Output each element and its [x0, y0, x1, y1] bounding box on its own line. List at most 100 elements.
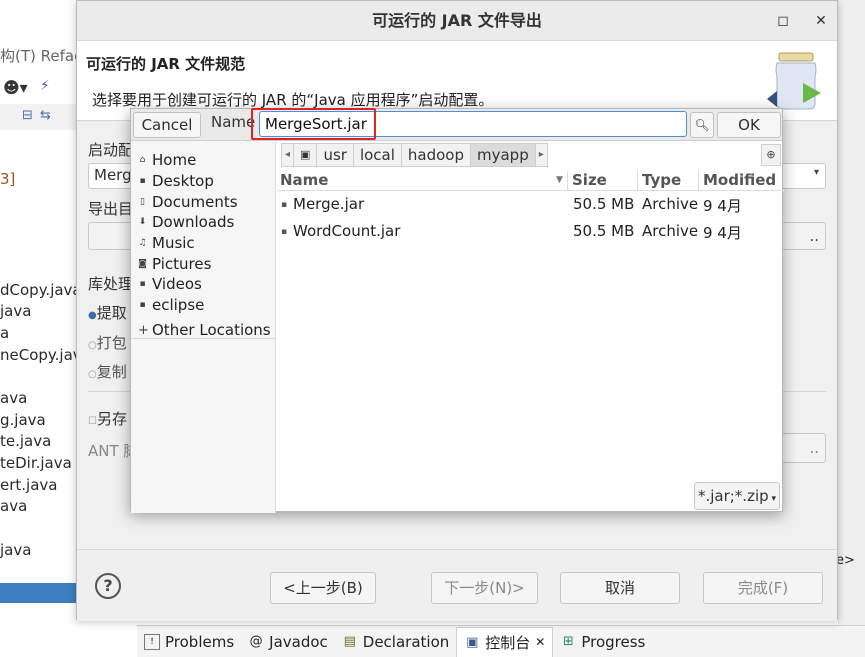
place-music[interactable]: ♫ Music — [138, 234, 194, 252]
place-label: Pictures — [152, 255, 212, 273]
column-name[interactable]: Name — [280, 171, 328, 189]
file-item-selected[interactable] — [0, 583, 80, 603]
search-icon[interactable]: 🔍︎ — [690, 112, 714, 138]
file-chooser-dialog: Cancel Name MergeSort.jar 🔍︎ OK ⌂ Home ▪ D… — [130, 108, 784, 513]
tab-label: Javadoc — [269, 632, 328, 651]
column-modified[interactable]: Modified — [703, 171, 776, 189]
bottom-view-tabs: ! Problems @ Javadoc ▤ Declaration ▣ 控制台… — [137, 625, 865, 657]
debug-skip-icon[interactable]: ⚡ — [40, 78, 50, 94]
file-icon: ▪ — [281, 227, 288, 237]
file-icon: ▪ — [281, 200, 288, 210]
radio-empty-icon: ○ — [88, 340, 97, 351]
link-icon[interactable]: ⇆ — [40, 108, 51, 123]
file-item[interactable]: g.java — [0, 411, 46, 429]
file-row[interactable]: ▪ Merge.jar 50.5 MB Archive 9 4月 — [277, 195, 784, 221]
path-bar: ◂ ▣ usr local hadoop myapp ▸ — [281, 143, 548, 167]
file-filter-select[interactable]: *.jar;*.zip ▾ — [694, 482, 780, 510]
place-label: Home — [152, 151, 197, 169]
place-label: eclipse — [152, 296, 205, 314]
file-item[interactable]: teDir.java — [0, 454, 72, 472]
collapse-icon[interactable]: ⊟ — [22, 108, 33, 123]
ant-browse-button[interactable]: .. — [777, 433, 826, 463]
video-icon: ▪ — [139, 279, 146, 289]
radio-copy[interactable]: ○复制 — [88, 361, 127, 382]
cancel-button[interactable]: 取消 — [560, 572, 680, 604]
place-documents[interactable]: ▯ Documents — [138, 193, 238, 211]
tab-label: 控制台 — [485, 633, 531, 652]
plus-icon: + — [138, 322, 149, 338]
path-scroll-right-icon[interactable]: ▸ — [534, 143, 548, 167]
minimize-icon[interactable]: ◻ — [772, 10, 794, 32]
place-videos[interactable]: ▪ Videos — [138, 275, 201, 293]
tab-progress[interactable]: ⊞ Progress — [553, 627, 652, 657]
picture-icon: ◙ — [138, 259, 147, 269]
radio-extract[interactable]: ●提取 — [88, 302, 127, 323]
place-desktop[interactable]: ▪ Desktop — [138, 172, 213, 190]
file-item[interactable]: java — [0, 541, 31, 559]
place-home[interactable]: ⌂ Home — [138, 151, 197, 169]
file-type: Archive — [642, 222, 699, 240]
path-segment[interactable]: hadoop — [400, 143, 471, 167]
place-downloads[interactable]: ⬇ Downloads — [138, 213, 235, 231]
path-segment[interactable]: usr — [316, 143, 354, 167]
chooser-ok-button[interactable]: OK — [717, 112, 781, 138]
file-size: 50.5 MB — [573, 222, 635, 240]
radio-empty-icon: ○ — [88, 369, 97, 380]
file-item[interactable]: dCopy.java — [0, 281, 82, 299]
person-icon[interactable]: ☻▾ — [3, 78, 28, 97]
declaration-icon: ▤ — [343, 634, 356, 649]
tab-declaration[interactable]: ▤ Declaration — [335, 627, 456, 657]
tab-console[interactable]: ▣ 控制台 ✕ — [456, 626, 554, 657]
checkbox-icon: ☐ — [88, 416, 97, 427]
place-pictures[interactable]: ◙ Pictures — [138, 255, 211, 273]
file-name: Merge.jar — [293, 195, 365, 213]
filename-highlight-box — [251, 108, 376, 140]
file-list-header: Name ▼ Size Type Modified — [277, 171, 784, 191]
file-item[interactable]: java — [0, 302, 31, 320]
file-item[interactable]: te.java — [0, 432, 51, 450]
console-icon: ▣ — [466, 634, 479, 650]
file-modified: 9 4月 — [703, 224, 742, 242]
save-as-checkbox[interactable]: ☐另存 — [88, 408, 127, 429]
library-handling-label: 库处理 — [88, 275, 134, 293]
file-row[interactable]: ▪ WordCount.jar 50.5 MB Archive 9 4月 — [277, 222, 784, 248]
new-folder-icon[interactable]: ⊕ — [761, 144, 781, 166]
column-divider — [637, 171, 638, 191]
radio-selected-icon: ● — [88, 310, 97, 321]
tab-label: Progress — [581, 632, 646, 651]
back-button[interactable]: <上一步(B) — [270, 572, 376, 604]
filter-value: *.jar;*.zip — [697, 487, 769, 505]
close-tab-icon[interactable]: ✕ — [535, 635, 545, 649]
chooser-cancel-button[interactable]: Cancel — [133, 112, 201, 138]
checkbox-label: 另存 — [96, 410, 127, 428]
column-type[interactable]: Type — [642, 171, 681, 189]
tab-label: Problems — [165, 632, 235, 651]
place-other-locations[interactable]: + Other Locations — [138, 321, 271, 339]
music-icon: ♫ — [138, 238, 147, 248]
places-sidebar: ⌂ Home ▪ Desktop ▯ Documents ⬇ Downloads ♫ Mu… — [131, 141, 276, 513]
export-dest-label: 导出目 — [88, 200, 134, 218]
finish-button[interactable]: 完成(F) — [703, 572, 823, 604]
root-drive-icon[interactable]: ▣ — [293, 143, 318, 167]
file-item[interactable]: ert.java — [0, 476, 57, 494]
file-name: WordCount.jar — [293, 222, 401, 240]
download-icon: ⬇ — [138, 217, 147, 227]
next-button[interactable]: 下一步(N)> — [431, 572, 538, 604]
file-item[interactable]: ava — [0, 497, 27, 515]
file-item[interactable]: a — [0, 324, 9, 342]
browse-ellipsis[interactable]: .. — [809, 227, 819, 245]
place-eclipse[interactable]: ▪ eclipse — [138, 296, 204, 314]
place-label: Downloads — [152, 213, 235, 231]
ide-bracket-fragment: 3] — [0, 170, 16, 188]
column-size[interactable]: Size — [572, 171, 607, 189]
tab-javadoc[interactable]: @ Javadoc — [241, 627, 335, 657]
problems-icon: ! — [144, 633, 160, 650]
document-icon: ▯ — [140, 197, 145, 207]
radio-package[interactable]: ○打包 — [88, 332, 127, 353]
close-icon[interactable]: ✕ — [810, 10, 832, 32]
path-segment[interactable]: local — [352, 143, 402, 167]
path-segment-current[interactable]: myapp — [470, 143, 536, 167]
file-item[interactable]: ava — [0, 389, 27, 407]
tab-problems[interactable]: ! Problems — [137, 627, 241, 657]
help-icon[interactable]: ? — [95, 573, 121, 599]
